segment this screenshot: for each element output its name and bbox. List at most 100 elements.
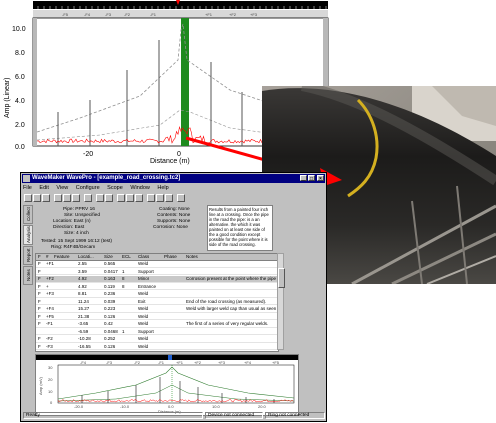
table-row[interactable]: F +4.92 0.119 8 Entrance xyxy=(36,284,278,291)
table-cell: 8 xyxy=(122,276,125,281)
help-icon[interactable] xyxy=(177,194,185,202)
table-row[interactable]: F +F3 8.81 0.236 Weld xyxy=(36,291,278,298)
lower-y-tick: 30 xyxy=(48,365,53,370)
tab-collect[interactable]: Collect xyxy=(23,205,33,224)
column-header[interactable]: Notes xyxy=(186,254,198,261)
app-icon[interactable] xyxy=(23,175,30,182)
table-cell: F xyxy=(38,336,41,341)
table-cell: 0.119 xyxy=(104,283,115,289)
y-tick-label: 8.0 xyxy=(15,50,25,57)
table-row[interactable]: F +F1 2.55 0.565 Weld xyxy=(36,261,278,268)
notes-textbox[interactable]: Results from a painted four inch line at… xyxy=(207,205,273,251)
menu-help[interactable]: Help xyxy=(157,185,168,191)
table-row[interactable]: F -F3 -16.55 0.126 Weld xyxy=(36,344,278,351)
wavepro-window: WaveMaker WavePro - [example_road_crossi… xyxy=(20,172,327,422)
feature-marker-label: -F1 xyxy=(150,12,157,17)
grid-icon[interactable] xyxy=(156,194,164,202)
column-header[interactable]: ECL xyxy=(122,254,131,261)
lower-plot-svg: -F4 -F3 -F2 -F1 +F1 +F2 +F3 +F4 +F5 30 20 10 0 A… xyxy=(36,355,298,414)
lower-x-tick: 20.0 xyxy=(258,404,267,409)
column-header[interactable]: Locati... xyxy=(78,254,94,261)
open-folder-icon[interactable] xyxy=(33,194,41,202)
table-row[interactable]: F 3.59 0.0417 1 Support xyxy=(36,269,278,276)
column-header[interactable]: Feature xyxy=(54,254,70,261)
tab-notes[interactable]: Notes xyxy=(23,266,33,285)
menu-configure[interactable]: Configure xyxy=(76,185,100,191)
chart-icon[interactable] xyxy=(165,194,173,202)
table-cell: F xyxy=(38,276,41,281)
report-icon[interactable] xyxy=(135,194,143,202)
lower-y-tick: 10 xyxy=(48,389,53,394)
scrollbar-thumb[interactable] xyxy=(278,268,285,288)
status-bar: Ready Device not connected Ring not conn… xyxy=(22,412,325,420)
table-cell: 0.565 xyxy=(104,261,116,266)
table-cell: +F4 xyxy=(46,306,54,311)
paste-icon[interactable] xyxy=(72,194,80,202)
table-scrollbar[interactable] xyxy=(277,253,285,350)
menu-window[interactable]: Window xyxy=(130,185,150,191)
column-header[interactable]: Size xyxy=(104,254,113,261)
column-header[interactable]: Class xyxy=(138,254,149,261)
table-cell: Weld xyxy=(138,343,149,349)
window-titlebar[interactable]: WaveMaker WavePro - [example_road_crossi… xyxy=(22,174,325,183)
column-header[interactable]: Phase xyxy=(164,254,177,261)
table-row[interactable]: F -F1 -3.65 0.42 Weld The first of a series o… xyxy=(36,321,278,328)
table-row[interactable]: F +F5 21.38 0.126 Weld xyxy=(36,314,278,321)
corrosion-field: Corrosion: None xyxy=(153,225,188,230)
tab-report[interactable]: Report xyxy=(23,246,33,265)
table-row[interactable]: F 11.24 0.039 Exit End of the road crossing … xyxy=(36,299,278,306)
table-row[interactable]: F +F4 15.27 0.223 Weld Weld with larger weld … xyxy=(36,306,278,313)
table-cell: -10.28 xyxy=(78,336,91,341)
table-cell: 0.126 xyxy=(104,313,116,319)
menu-file[interactable]: File xyxy=(23,185,32,191)
lower-marker-label: -F1 xyxy=(158,360,165,365)
table-cell: F xyxy=(38,283,41,289)
feature-marker-label: +F1 xyxy=(205,12,213,17)
maximize-button[interactable]: □ xyxy=(308,175,315,182)
table-cell: 3.59 xyxy=(78,268,87,274)
table-row[interactable]: F -F2 -10.28 0.252 Weld xyxy=(36,336,278,343)
lower-marker-label: -F3 xyxy=(106,360,113,365)
menu-edit[interactable]: Edit xyxy=(39,185,48,191)
lower-marker-label: +F3 xyxy=(218,360,226,365)
x-tick-label: -20 xyxy=(83,151,93,158)
print-icon[interactable] xyxy=(84,194,92,202)
table-cell: 1 xyxy=(122,328,125,334)
table-cell: -16.55 xyxy=(78,343,91,349)
cut-icon[interactable] xyxy=(54,194,62,202)
table-cell: Weld xyxy=(138,306,149,311)
table-cell: 4.92 xyxy=(78,276,87,281)
table-cell: 0.163 xyxy=(104,276,116,281)
lower-x-tick: 10.0 xyxy=(212,404,221,409)
minimize-button[interactable]: _ xyxy=(300,175,307,182)
tab-analysis[interactable]: Analysis xyxy=(23,225,33,245)
menu-view[interactable]: View xyxy=(56,185,68,191)
table-row[interactable]: -6.59 0.0468 1 Support xyxy=(36,329,278,336)
lower-cursor-icon[interactable] xyxy=(168,355,172,360)
copy-icon[interactable] xyxy=(63,194,71,202)
table-cell: 2.55 xyxy=(78,261,87,266)
selected-feature-highlight xyxy=(181,18,189,146)
supports-field: Supports: None xyxy=(157,219,191,224)
table-row[interactable]: F +F2 4.92 0.163 8 Minor Corrosion present at … xyxy=(36,276,278,283)
column-header[interactable]: F xyxy=(38,254,41,261)
table-cell: 11.24 xyxy=(78,298,89,304)
lower-marker-label: -F2 xyxy=(134,360,141,365)
close-button[interactable]: × xyxy=(317,175,324,182)
zoom-out-icon[interactable] xyxy=(105,194,113,202)
analyze-icon[interactable] xyxy=(126,194,134,202)
status-ring: Ring not connected xyxy=(265,412,325,419)
table-cell: -F2 xyxy=(46,336,53,341)
save-icon[interactable] xyxy=(42,194,50,202)
scope-icon[interactable] xyxy=(147,194,155,202)
y-tick-label: 10.0 xyxy=(12,26,26,33)
new-file-icon[interactable] xyxy=(24,194,32,202)
feature-marker-label: +F3 xyxy=(250,12,258,17)
coating-field: Coating: None xyxy=(159,207,190,212)
zoom-in-icon[interactable] xyxy=(96,194,104,202)
collect-icon[interactable] xyxy=(117,194,125,202)
contents-field: Contents: None xyxy=(157,213,191,218)
y-tick-label: 2.0 xyxy=(15,122,25,129)
menu-scope[interactable]: Scope xyxy=(107,185,123,191)
column-header[interactable]: # xyxy=(46,254,49,261)
